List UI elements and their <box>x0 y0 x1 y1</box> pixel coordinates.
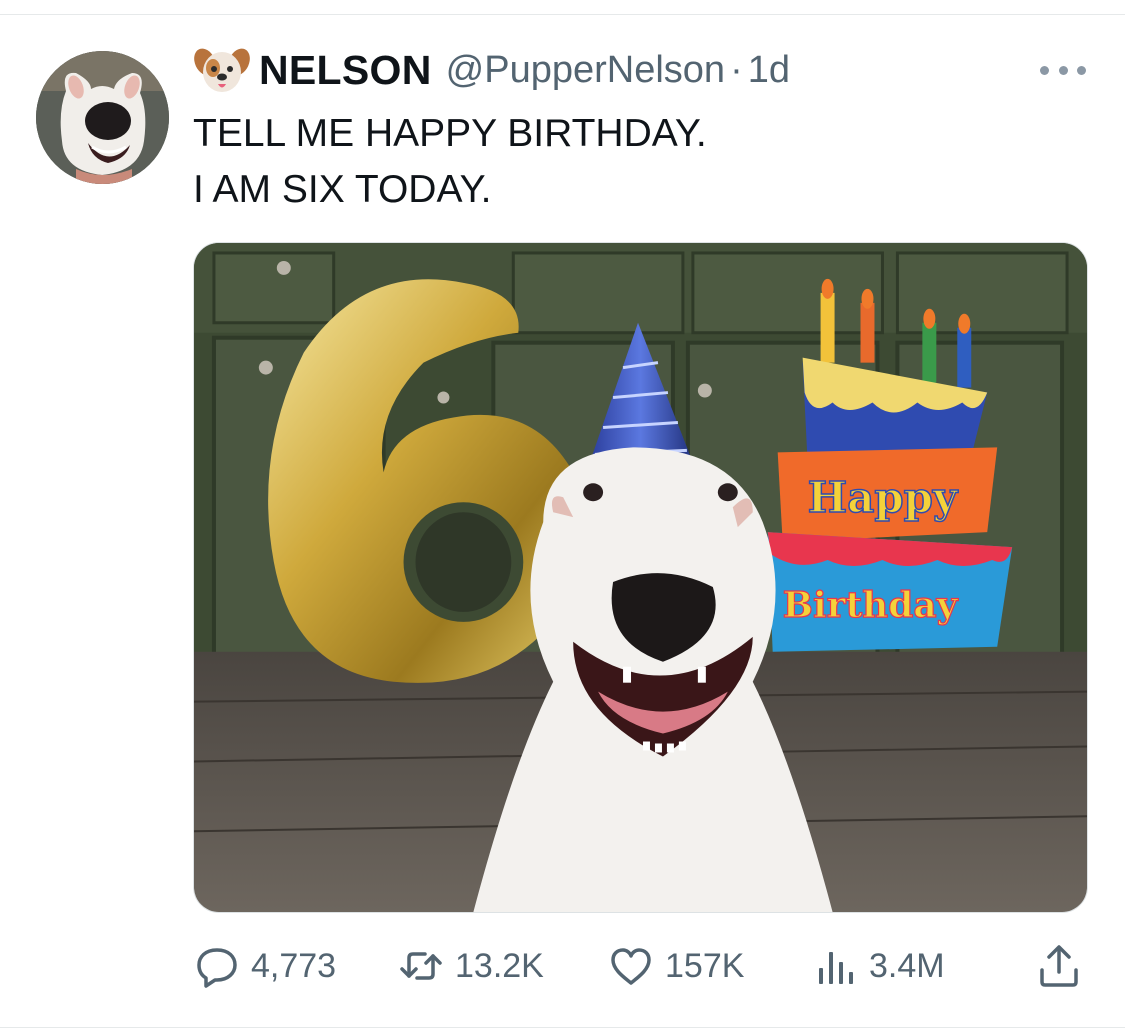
reply-count: 4,773 <box>251 946 337 985</box>
share-upload-icon <box>1035 942 1083 990</box>
action-bar: 4,773 13.2K 157K 3.4M <box>193 936 1088 996</box>
reply-bubble-icon <box>193 942 241 990</box>
tweet-text-line: I AM SIX TODAY. <box>193 168 492 211</box>
retweet-arrows-icon <box>397 942 445 990</box>
dog-face-emoji-icon <box>193 44 251 96</box>
views-count: 3.4M <box>869 946 945 985</box>
cake-birthday-text: Birthday <box>783 584 959 626</box>
share-button[interactable] <box>1035 936 1083 996</box>
bar-chart-icon <box>811 942 859 990</box>
tweet-photo[interactable]: Happy Birthday <box>193 242 1088 913</box>
retweet-button[interactable]: 13.2K <box>397 936 544 996</box>
top-divider <box>0 14 1125 15</box>
views-button[interactable]: 3.4M <box>811 936 945 996</box>
separator-dot: · <box>730 48 743 91</box>
tweet-text-line: TELL ME HAPPY BIRTHDAY. <box>193 112 707 155</box>
like-count: 157K <box>665 946 745 985</box>
cake-happy-text: Happy <box>808 473 959 522</box>
reply-button[interactable]: 4,773 <box>193 936 336 996</box>
tweet-header: NELSON @PupperNelson · 1d <box>193 44 790 96</box>
heart-icon <box>607 942 655 990</box>
ellipsis-icon[interactable] <box>1040 60 1086 80</box>
avatar-dog-image <box>36 51 169 184</box>
timestamp[interactable]: 1d <box>748 49 790 92</box>
user-handle[interactable]: @PupperNelson <box>446 49 725 92</box>
birthday-dog-image: Happy Birthday <box>194 243 1087 912</box>
tweet-text: TELL ME HAPPY BIRTHDAY. I AM SIX TODAY. <box>193 106 707 218</box>
retweet-count: 13.2K <box>455 946 544 985</box>
like-button[interactable]: 157K <box>607 936 744 996</box>
avatar[interactable] <box>36 51 169 184</box>
bottom-divider <box>0 1027 1125 1028</box>
display-name[interactable]: NELSON <box>259 47 432 94</box>
